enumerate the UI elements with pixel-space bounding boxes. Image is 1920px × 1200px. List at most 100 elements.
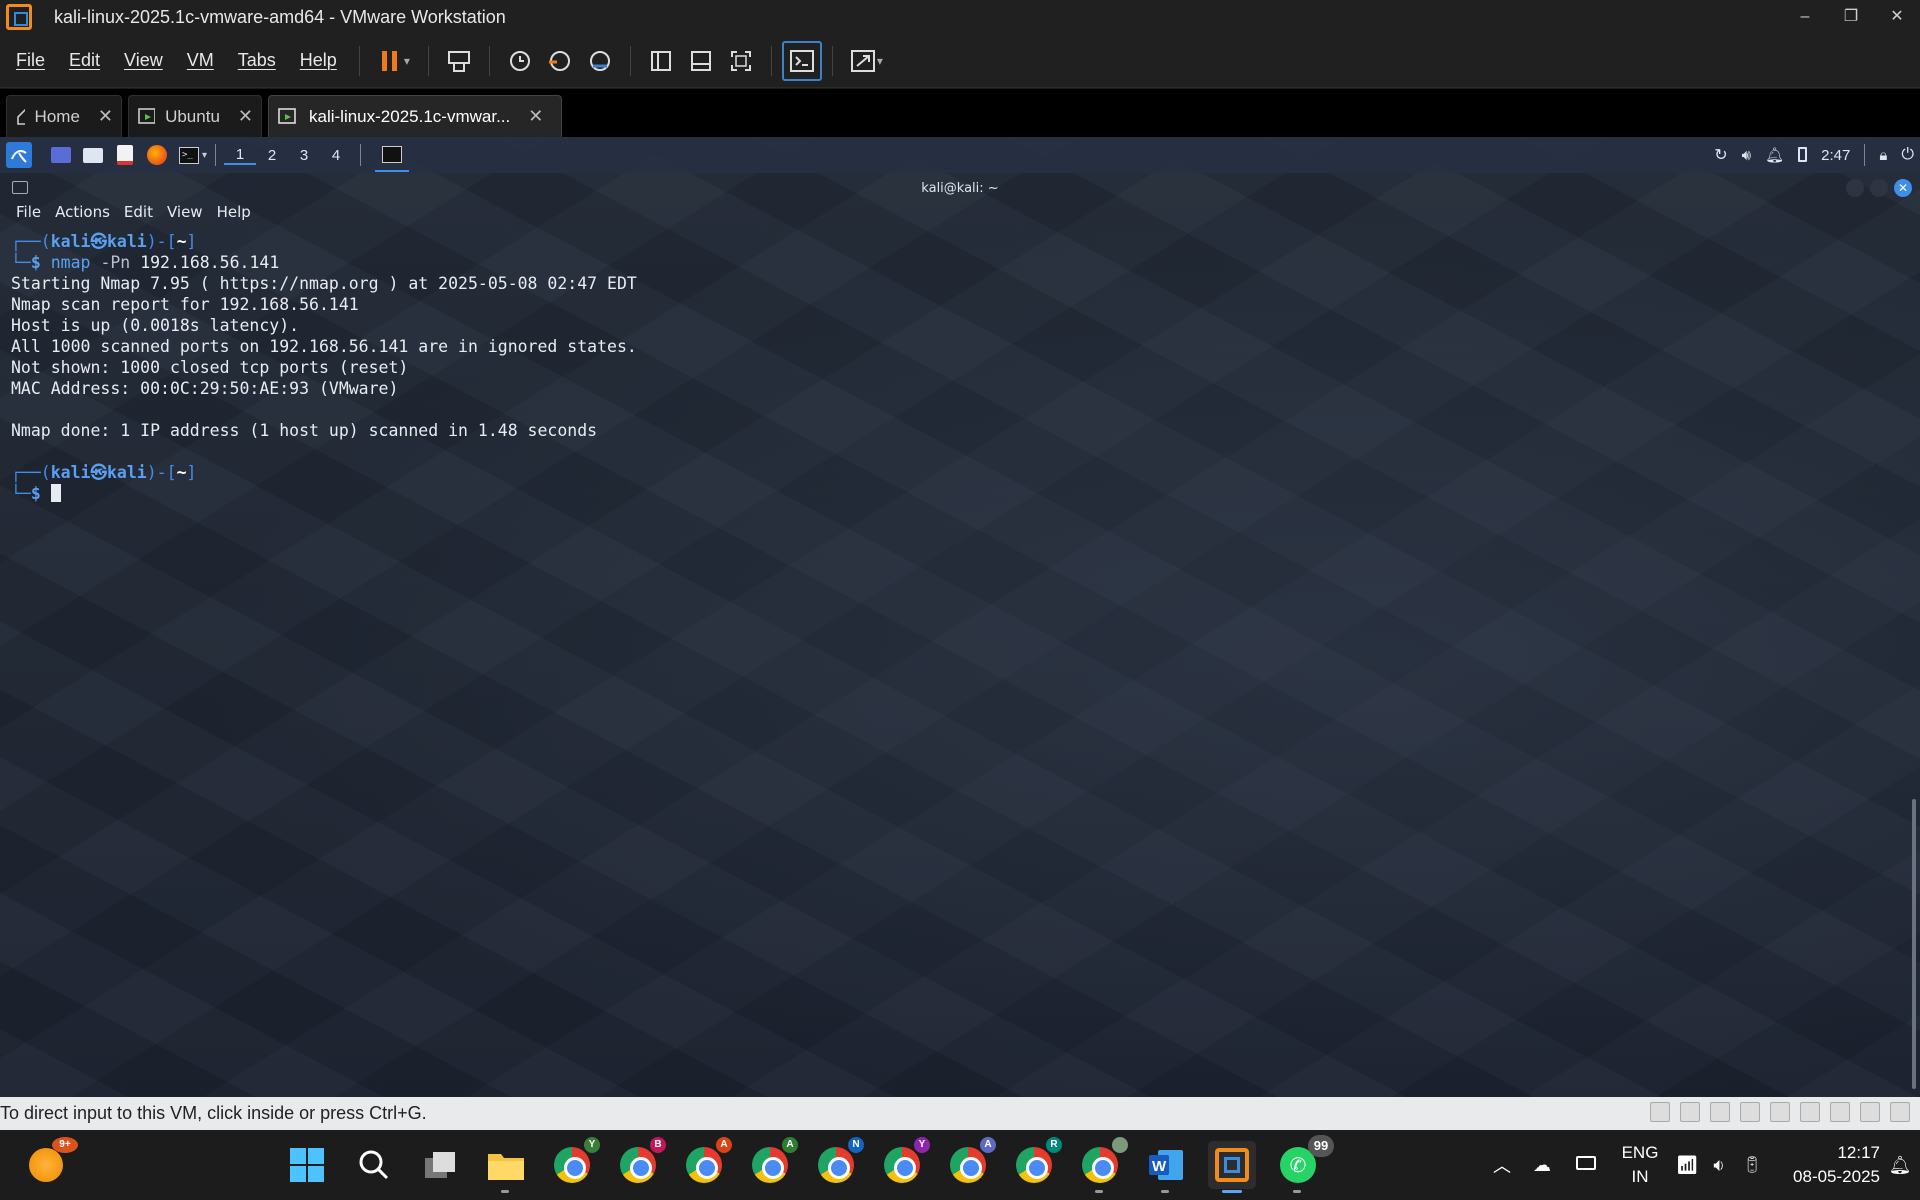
close-button[interactable]: ✕ — [1874, 0, 1920, 34]
power-icon[interactable]: ⏻ — [1901, 146, 1914, 164]
kali-menu-icon[interactable] — [6, 142, 32, 168]
close-icon[interactable]: ✕ — [98, 106, 113, 127]
snapshot-manager-icon[interactable] — [580, 41, 620, 81]
chrome-profile-y[interactable]: Y — [548, 1137, 600, 1189]
vm-tab-bar: Home ✕ Ubuntu ✕ kali-linux-2025.1c-vmwar… — [0, 89, 1920, 137]
cd-dvd-icon[interactable] — [1830, 1102, 1850, 1122]
printer-icon[interactable] — [1800, 1102, 1820, 1122]
chrome-profile-a[interactable]: A — [680, 1137, 732, 1189]
send-ctrl-alt-del-icon[interactable] — [439, 41, 479, 81]
file-explorer-button[interactable] — [482, 1141, 530, 1193]
kali-clock[interactable]: 2:47 — [1821, 147, 1850, 164]
workspace-3[interactable]: 3 — [288, 147, 320, 164]
chrome-profile-r[interactable]: R — [1010, 1137, 1062, 1189]
vm-display[interactable]: >_ ▾ 1 2 3 4 ↻ 🔊︎ 🔔︎ 2:47 🔒︎ ⏻ kali@kali… — [0, 137, 1920, 1097]
workspace-2[interactable]: 2 — [256, 147, 288, 164]
speaker-icon[interactable]: 🔉︎ — [1704, 1155, 1734, 1176]
notification-bell-icon[interactable]: 🔔︎ — [1765, 146, 1784, 164]
file-manager-icon[interactable] — [80, 142, 106, 168]
chrome-profile-y2[interactable]: Y — [878, 1137, 930, 1189]
message-log-icon[interactable] — [1890, 1102, 1910, 1122]
chrome-profile-n[interactable]: N — [812, 1137, 864, 1189]
menu-vm[interactable]: VM — [175, 50, 226, 71]
terminal-maximize-button[interactable] — [1870, 179, 1888, 197]
terminal-window-buttons: ✕ — [1846, 179, 1912, 197]
display-icon[interactable] — [1860, 1102, 1880, 1122]
snapshot-icon[interactable] — [500, 41, 540, 81]
tab-kali[interactable]: kali-linux-2025.1c-vmwar... ✕ — [268, 95, 562, 137]
onedrive-icon[interactable]: ☁︎ — [1522, 1155, 1562, 1176]
terminal-menu-file[interactable]: File — [0, 203, 48, 227]
chevron-down-icon[interactable]: ▾ — [202, 150, 207, 161]
start-button[interactable] — [283, 1141, 331, 1189]
windows-logo-icon — [290, 1148, 324, 1182]
console-view-icon[interactable] — [781, 40, 822, 81]
running-indicator — [1222, 1190, 1242, 1193]
menu-help[interactable]: Help — [288, 50, 349, 71]
show-desktop-icon[interactable] — [48, 142, 74, 168]
hard-disk-icon[interactable] — [1650, 1102, 1670, 1122]
network-adapter-2-icon[interactable] — [1710, 1102, 1730, 1122]
kali-top-panel: >_ ▾ 1 2 3 4 ↻ 🔊︎ 🔔︎ 2:47 🔒︎ ⏻ — [0, 137, 1920, 173]
usb-icon[interactable] — [1770, 1102, 1790, 1122]
chevron-up-icon[interactable]: ︿ — [1482, 1152, 1522, 1178]
menu-file[interactable]: File — [0, 50, 57, 71]
thumbnail-bar-icon[interactable] — [681, 41, 721, 81]
menu-view[interactable]: View — [112, 50, 175, 71]
full-screen-icon[interactable] — [721, 41, 761, 81]
search-button[interactable] — [350, 1141, 398, 1189]
terminal-output[interactable]: ┌──(kali㉿kali)-[~] └─$ nmap -Pn 192.168.… — [11, 231, 637, 504]
terminal-minimize-button[interactable] — [1846, 179, 1864, 197]
terminal-launcher-icon[interactable]: >_ — [176, 142, 202, 168]
tab-ubuntu[interactable]: Ubuntu ✕ — [128, 95, 262, 137]
show-library-icon[interactable] — [641, 41, 681, 81]
battery-charging-icon[interactable]: 🔋︎ — [1734, 1155, 1770, 1175]
lock-icon[interactable]: 🔒︎ — [1879, 147, 1887, 164]
battery-icon[interactable] — [1798, 146, 1808, 164]
word-button[interactable]: W — [1142, 1141, 1190, 1193]
terminal-menu-edit[interactable]: Edit — [117, 203, 160, 227]
vm-icon — [278, 107, 296, 124]
refresh-icon[interactable]: ↻ — [1714, 145, 1727, 165]
network-adapter-icon[interactable] — [1680, 1102, 1700, 1122]
kali-tray: ↻ 🔊︎ 🔔︎ 2:47 🔒︎ ⏻ — [1714, 137, 1914, 173]
terminal-close-button[interactable]: ✕ — [1894, 179, 1912, 197]
chrome-profile-photo[interactable] — [1076, 1137, 1128, 1193]
weather-widget[interactable]: 9+ — [22, 1137, 78, 1189]
volume-icon[interactable]: 🔊︎ — [1742, 147, 1751, 164]
close-icon[interactable]: ✕ — [528, 106, 543, 127]
chrome-profile-b[interactable]: B — [614, 1137, 666, 1189]
wifi-icon[interactable]: 📶︎ — [1670, 1155, 1704, 1176]
sound-card-icon[interactable] — [1740, 1102, 1760, 1122]
firefox-icon[interactable] — [144, 142, 170, 168]
touch-keyboard-icon[interactable] — [1562, 1155, 1610, 1175]
system-clock[interactable]: 12:17 08-05-2025 — [1770, 1141, 1880, 1189]
restore-button[interactable]: ❐ — [1828, 0, 1874, 34]
terminal-menu-view[interactable]: View — [160, 203, 210, 227]
chrome-profile-a2[interactable]: A — [746, 1137, 798, 1189]
tab-home[interactable]: Home ✕ — [6, 95, 122, 137]
chevron-down-icon[interactable]: ▾ — [404, 54, 418, 68]
revert-snapshot-icon[interactable] — [540, 41, 580, 81]
language-indicator[interactable]: ENG IN — [1610, 1141, 1670, 1189]
close-icon[interactable]: ✕ — [238, 106, 253, 127]
whatsapp-badge: 99 — [1308, 1135, 1334, 1157]
text-editor-icon[interactable] — [112, 142, 138, 168]
terminal-scrollbar[interactable] — [1912, 799, 1916, 1089]
vmware-taskbar-button[interactable] — [1208, 1141, 1256, 1193]
notifications-icon[interactable]: 🔔︎ — [1880, 1155, 1920, 1176]
whatsapp-button[interactable]: ✆ 99 — [1274, 1135, 1334, 1193]
task-view-button[interactable] — [416, 1141, 464, 1189]
workspace-4[interactable]: 4 — [320, 147, 352, 164]
workspace-1[interactable]: 1 — [224, 146, 257, 165]
chevron-down-icon[interactable]: ▾ — [877, 54, 891, 68]
menu-edit[interactable]: Edit — [57, 50, 112, 71]
terminal-menu-actions[interactable]: Actions — [48, 203, 117, 227]
terminal-window-button[interactable] — [375, 138, 410, 172]
minimize-button[interactable]: – — [1782, 0, 1828, 34]
terminal-menu-help[interactable]: Help — [210, 203, 258, 227]
title-bar: kali-linux-2025.1c-vmware-amd64 - VMware… — [0, 0, 1920, 34]
menu-tabs[interactable]: Tabs — [226, 50, 288, 71]
windows-taskbar: 9+ Y B A A N Y A R W ✆ 99 ︿ ☁︎ ENG IN 📶︎… — [0, 1130, 1920, 1200]
chrome-profile-a3[interactable]: A — [944, 1137, 996, 1189]
